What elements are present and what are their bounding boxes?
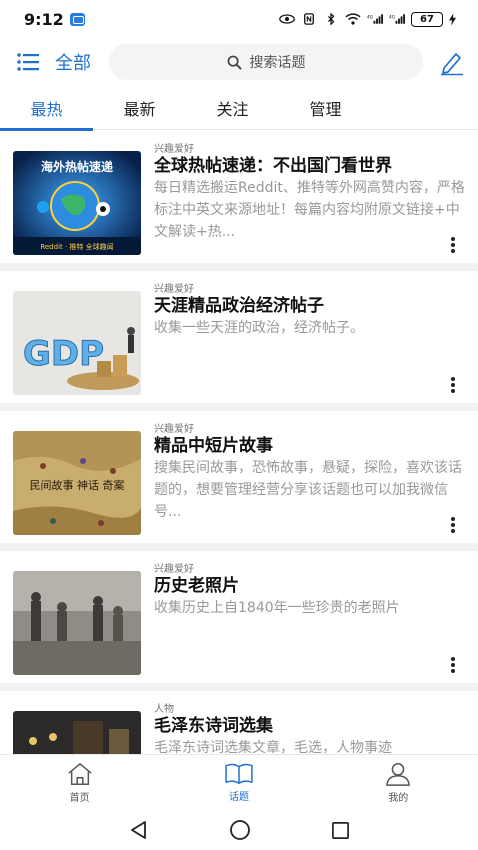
topic-thumbnail: 民间故事 神话 奇案 [13, 431, 141, 535]
edit-icon[interactable] [438, 48, 466, 76]
tab-manage[interactable]: 管理 [279, 86, 372, 130]
signal-icon-2: 4G [389, 14, 405, 24]
topic-description: 每日精选搬运Reddit、推特等外网高赞内容，严格标注中英文来源地址！每篇内容均… [154, 180, 465, 240]
book-icon [225, 763, 253, 784]
svg-text:4G: 4G [389, 15, 396, 21]
topic-thumbnail [13, 571, 141, 675]
recents-icon[interactable] [331, 821, 350, 840]
topic-description: 收集一些天涯的政治，经济帖子。 [154, 320, 364, 336]
topic-description: 搜集民间故事，恐怖故事，悬疑，探险，喜欢该话题的，想要管理经营分享该话题也可以加… [154, 460, 462, 520]
back-icon[interactable] [129, 820, 149, 840]
system-nav-bar [0, 810, 478, 850]
bottom-nav: 首页 话题 我的 [0, 754, 478, 810]
nav-mine-label: 我的 [388, 793, 409, 804]
topic-title: 全球热帖速递：不出国门看世界 [154, 156, 392, 176]
search-bar[interactable]: 搜索话题 [109, 44, 423, 80]
topic-description: 毛泽东诗词选集文章，毛选，人物事迹 [154, 740, 392, 754]
tab-following[interactable]: 关注 [186, 86, 279, 130]
topic-thumbnail [13, 711, 141, 754]
thumbnail-title-text: 民间故事 神话 奇案 [30, 478, 125, 492]
category-selector[interactable]: 全部 [55, 49, 97, 75]
nfc-icon [304, 13, 314, 25]
more-options-icon[interactable] [450, 517, 456, 535]
battery-indicator: 67 [411, 11, 443, 27]
nav-mine[interactable]: 我的 [319, 755, 478, 810]
topic-item[interactable]: 人物 毛泽东诗词选集 毛泽东诗词选集文章，毛选，人物事迹 [0, 691, 478, 754]
search-placeholder: 搜索话题 [249, 55, 306, 71]
list-menu-icon[interactable] [16, 50, 40, 74]
tab-bar: 最热 最新 关注 管理 [0, 86, 478, 131]
topic-item[interactable]: GDP 兴趣爱好 天涯精品政治经济帖子 收集一些天涯的政治，经济帖子。 [0, 271, 478, 403]
topic-title: 精品中短片故事 [154, 436, 273, 456]
nav-topics[interactable]: 话题 [159, 755, 318, 810]
topic-item[interactable]: 海外热帖速递 Reddit · 推特 全球趣闻 兴趣爱好 全球热帖速递：不出国门… [0, 131, 478, 263]
topic-title: 毛泽东诗词选集 [154, 716, 273, 736]
topic-title: 历史老照片 [154, 576, 239, 596]
topic-item[interactable]: 民间故事 神话 奇案 兴趣爱好 精品中短片故事 搜集民间故事，恐怖故事，悬疑，探… [0, 411, 478, 543]
topic-list: 海外热帖速递 Reddit · 推特 全球趣闻 兴趣爱好 全球热帖速递：不出国门… [0, 131, 478, 754]
topic-thumbnail: 海外热帖速递 Reddit · 推特 全球趣闻 [13, 151, 141, 255]
home-circle-icon[interactable] [229, 819, 251, 841]
user-icon [386, 763, 411, 786]
notification-app-icon [69, 12, 85, 26]
tab-latest[interactable]: 最新 [93, 86, 186, 130]
topic-item[interactable]: 兴趣爱好 历史老照片 收集历史上自1840年一些珍贵的老照片 [0, 551, 478, 683]
status-time: 9:12 [24, 9, 64, 29]
nav-home-label: 首页 [69, 793, 90, 804]
more-options-icon[interactable] [450, 657, 456, 675]
thumbnail-title-text: GDP [23, 334, 104, 374]
nav-home[interactable]: 首页 [0, 755, 159, 810]
nav-topics-label: 话题 [228, 792, 249, 803]
bluetooth-icon [328, 13, 335, 25]
search-icon [227, 55, 242, 70]
thumbnail-caption-text: Reddit · 推特 全球趣闻 [40, 242, 113, 251]
tab-hottest[interactable]: 最热 [0, 86, 93, 131]
charging-icon [449, 12, 456, 26]
eye-icon [279, 14, 295, 24]
topic-thumbnail: GDP [13, 291, 141, 395]
topic-description: 收集历史上自1840年一些珍贵的老照片 [154, 600, 400, 616]
wifi-icon [345, 13, 361, 25]
more-options-icon[interactable] [450, 377, 456, 395]
svg-text:4G: 4G [367, 15, 374, 21]
signal-icon: 4G [367, 14, 383, 24]
thumbnail-title-text: 海外热帖速递 [41, 159, 113, 174]
more-options-icon[interactable] [450, 237, 456, 255]
status-bar: 9:12 4G 4G 67 [0, 0, 478, 38]
home-icon [68, 763, 92, 785]
topic-title: 天涯精品政治经济帖子 [154, 296, 324, 316]
top-bar: 全部 搜索话题 [0, 38, 478, 86]
